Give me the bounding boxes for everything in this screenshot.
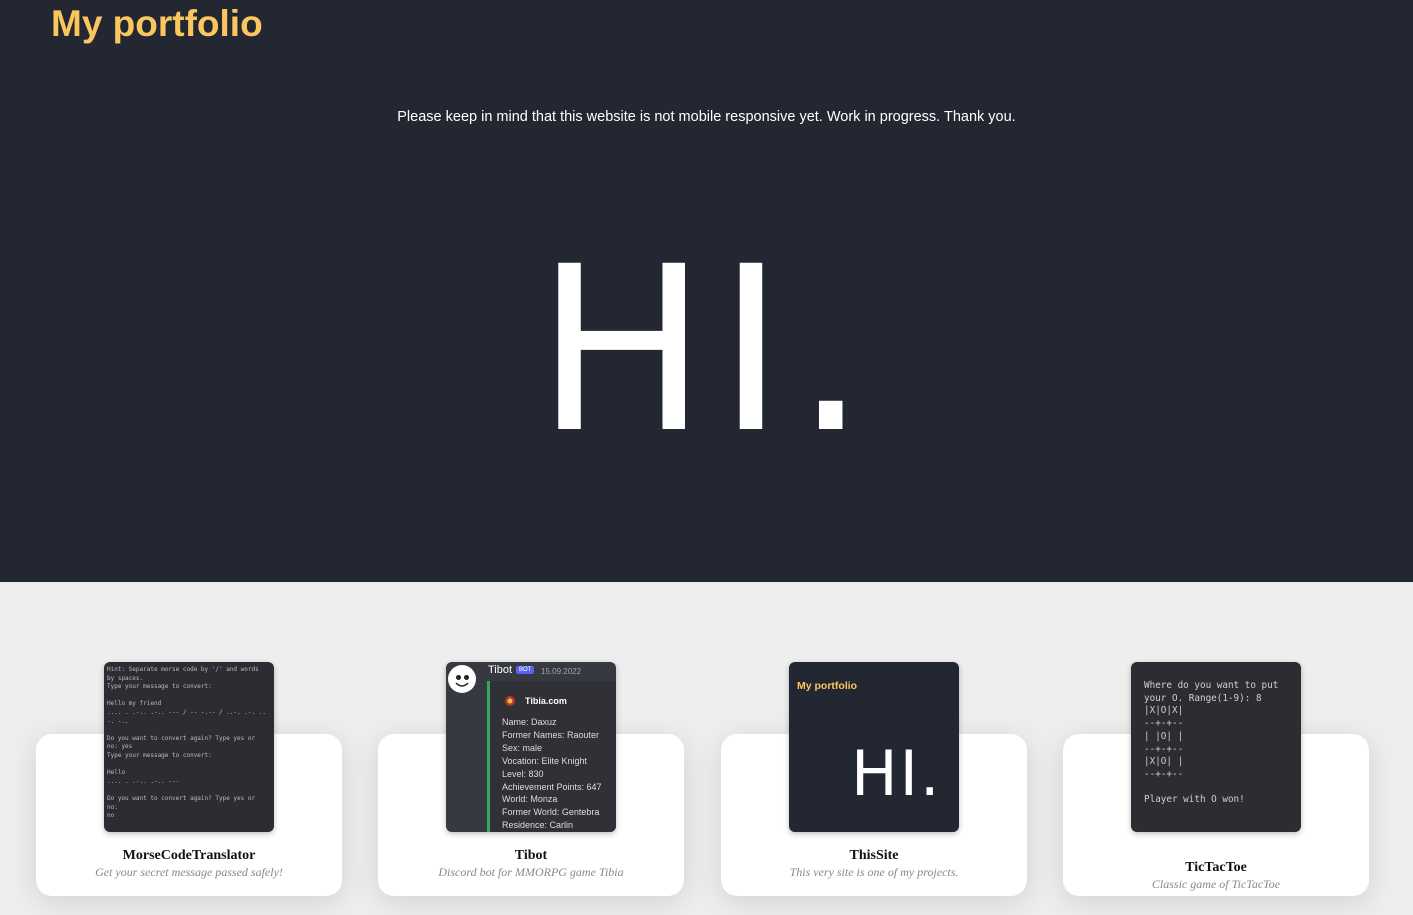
morse-preview-text: Hint: Separate morse code by '/' and wor… [107,666,266,820]
project-thumbnail-tibot[interactable]: Tibot BOT 15.09.2022 Tibia.com Name: Dax… [446,662,616,832]
embed-line: Former Names: Raouter [502,729,600,740]
embed-fields: Name: Daxuz Former Names: Raouter Sex: m… [502,716,602,832]
embed-line: Achievement Points: 647 [502,781,602,792]
hero-section: My portfolio Please keep in mind that th… [0,0,1413,582]
projects-section: MorseCodeTranslator Get your secret mess… [0,582,1413,915]
tibia-logo-icon [505,696,515,706]
responsive-notice: Please keep in mind that this website is… [397,109,1016,125]
embed-line: Level: 830 [502,768,544,779]
project-title: ThisSite [849,848,899,863]
embed-line: Vocation: Elite Knight [502,755,588,766]
project-thumbnail-morse[interactable]: Hint: Separate morse code by '/' and wor… [104,662,274,832]
project-title: Tibot [514,848,548,863]
embed-provider: Tibia.com [525,696,567,706]
preview-site-title: My portfolio [797,680,858,692]
project-thumbnail-thissite[interactable]: My portfolio HI. [789,662,959,832]
project-subtitle: Classic game of TicTacToe [1151,877,1281,891]
bot-badge: BOT [516,666,535,674]
preview-greeting: HI. [851,737,942,810]
message-date: 15.09.2022 [541,667,582,676]
bot-name: Tibot [488,664,513,676]
smile-icon [455,682,469,687]
project-subtitle: This very site is one of my projects. [789,865,959,879]
embed-line: World: Monza [502,794,558,805]
site-title[interactable]: My portfolio [51,2,263,46]
project-subtitle: Discord bot for MMORPG game Tibia [438,865,624,879]
embed-line: Residence: Carlin [502,820,574,831]
discord-embed: Tibia.com Name: Daxuz Former Names: Raou… [487,681,616,832]
bot-avatar-icon [448,665,476,693]
embed-line: Former World: Gentebra [502,807,600,818]
project-thumbnail-tictactoe[interactable]: Where do you want to put your O. Range(1… [1131,662,1301,832]
project-subtitle: Get your secret message passed safely! [95,865,283,879]
project-title: TicTacToe [1185,860,1247,875]
hero-greeting: HI. [535,217,878,483]
tictactoe-preview-text: Where do you want to put your O. Range(1… [1144,680,1279,806]
embed-line: Sex: male [502,742,543,753]
project-title: MorseCodeTranslator [122,848,256,863]
embed-line: Name: Daxuz [502,717,557,727]
